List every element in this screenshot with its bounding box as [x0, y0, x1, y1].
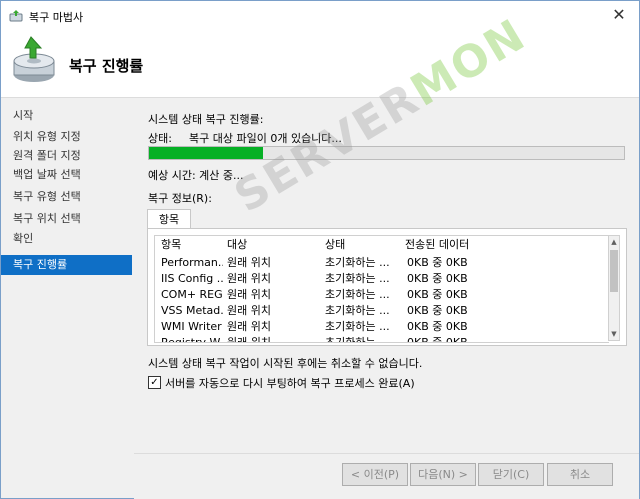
item-name: IIS Config ...: [161, 272, 223, 285]
wizard-footer: < 이전(P) 다음(N) > 닫기(C) 취소: [134, 453, 639, 499]
item-target: 원래 위치: [227, 288, 271, 301]
step-backup-date[interactable]: 백업 날짜 선택: [1, 165, 132, 185]
step-recovery-progress[interactable]: 복구 진행률: [1, 255, 132, 275]
item-status: 초기화하는 ...: [325, 288, 390, 301]
scroll-thumb[interactable]: [610, 250, 618, 292]
item-data: 0KB 중 0KB: [407, 272, 468, 285]
column-header-item[interactable]: 항목: [161, 236, 181, 254]
item-data: 0KB 중 0KB: [407, 320, 468, 333]
scroll-down-icon[interactable]: ▼: [609, 329, 619, 339]
item-data: 0KB 중 0KB: [407, 288, 468, 301]
cancel-warning-text: 시스템 상태 복구 작업이 시작된 후에는 취소할 수 없습니다.: [148, 357, 423, 370]
list-item[interactable]: Registry W... 원래 위치 초기화하는 ... 0KB 중 0KB: [155, 335, 609, 343]
main-content: 시스템 상태 복구 진행률: 상태: 복구 대상 파일이 0개 있습니다... …: [134, 98, 639, 453]
close-button[interactable]: 닫기(C): [478, 463, 544, 486]
item-target: 원래 위치: [227, 256, 271, 269]
item-name: WMI Writer: [161, 320, 222, 333]
window-title: 복구 마법사: [29, 11, 84, 24]
recovery-wizard-window: 복구 마법사 ✕ 복구 진행률 시작 위치 유형 지정 원격 폴더 지정 백업 …: [0, 0, 640, 499]
cancel-button[interactable]: 취소: [547, 463, 613, 486]
tab-items[interactable]: 항목: [147, 209, 191, 230]
auto-reboot-checkbox[interactable]: ✓: [148, 376, 161, 389]
eta-text: 예상 시간: 계산 중...: [148, 169, 244, 182]
recovery-items-list[interactable]: 항목 대상 상태 전송된 데이터 Performan... 원래 위치 초기화하…: [154, 235, 609, 343]
list-item[interactable]: VSS Metad... 원래 위치 초기화하는 ... 0KB 중 0KB: [155, 303, 609, 319]
step-start[interactable]: 시작: [1, 106, 132, 126]
step-confirm[interactable]: 확인: [1, 229, 132, 249]
tab-panel: 항목 대상 상태 전송된 데이터 Performan... 원래 위치 초기화하…: [147, 228, 627, 346]
item-status: 초기화하는 ...: [325, 304, 390, 317]
item-status: 초기화하는 ...: [325, 336, 390, 343]
item-data: 0KB 중 0KB: [407, 256, 468, 269]
progress-bar-fill: [149, 147, 263, 159]
restore-drive-icon: [13, 36, 55, 82]
item-data: 0KB 중 0KB: [407, 336, 468, 343]
progress-bar: [148, 146, 625, 160]
status-label: 상태:: [148, 132, 172, 145]
list-scrollbar[interactable]: ▲ ▼: [608, 235, 620, 341]
item-name: VSS Metad...: [161, 304, 223, 317]
item-target: 원래 위치: [227, 320, 271, 333]
list-item[interactable]: WMI Writer 원래 위치 초기화하는 ... 0KB 중 0KB: [155, 319, 609, 335]
step-recovery-location[interactable]: 복구 위치 선택: [1, 209, 132, 229]
column-header-transferred[interactable]: 전송된 데이터: [405, 236, 469, 254]
step-recovery-type[interactable]: 복구 유형 선택: [1, 187, 132, 207]
wizard-step-list: 시작 위치 유형 지정 원격 폴더 지정 백업 날짜 선택 복구 유형 선택 복…: [1, 98, 132, 498]
item-name: Registry W...: [161, 336, 223, 343]
item-name: Performan...: [161, 256, 223, 269]
column-header-status[interactable]: 상태: [325, 236, 345, 254]
item-target: 원래 위치: [227, 272, 271, 285]
next-button[interactable]: 다음(N) >: [410, 463, 476, 486]
item-status: 초기화하는 ...: [325, 272, 390, 285]
item-target: 원래 위치: [227, 304, 271, 317]
backup-app-icon: [9, 10, 23, 22]
step-remote-folder[interactable]: 원격 폴더 지정: [1, 146, 132, 166]
list-item[interactable]: IIS Config ... 원래 위치 초기화하는 ... 0KB 중 0KB: [155, 271, 609, 287]
title-bar: 복구 마법사 ✕: [1, 1, 639, 31]
scroll-up-icon[interactable]: ▲: [609, 237, 619, 247]
item-status: 초기화하는 ...: [325, 256, 390, 269]
list-item[interactable]: Performan... 원래 위치 초기화하는 ... 0KB 중 0KB: [155, 255, 609, 271]
step-location-type[interactable]: 위치 유형 지정: [1, 127, 132, 147]
checkmark-icon: ✓: [150, 377, 159, 388]
item-data: 0KB 중 0KB: [407, 304, 468, 317]
page-heading: 복구 진행률: [69, 57, 144, 75]
item-name: COM+ REG...: [161, 288, 223, 301]
recovery-info-label: 복구 정보(R):: [148, 192, 212, 205]
status-value: 복구 대상 파일이 0개 있습니다...: [189, 132, 342, 145]
close-icon[interactable]: ✕: [609, 5, 629, 24]
column-header-target[interactable]: 대상: [227, 236, 247, 254]
list-item[interactable]: COM+ REG... 원래 위치 초기화하는 ... 0KB 중 0KB: [155, 287, 609, 303]
auto-reboot-label[interactable]: 서버를 자동으로 다시 부팅하여 복구 프로세스 완료(A): [165, 375, 415, 391]
item-status: 초기화하는 ...: [325, 320, 390, 333]
wizard-header: 복구 진행률: [1, 31, 639, 98]
item-target: 원래 위치: [227, 336, 271, 343]
progress-label: 시스템 상태 복구 진행률:: [148, 113, 264, 126]
previous-button[interactable]: < 이전(P): [342, 463, 408, 486]
